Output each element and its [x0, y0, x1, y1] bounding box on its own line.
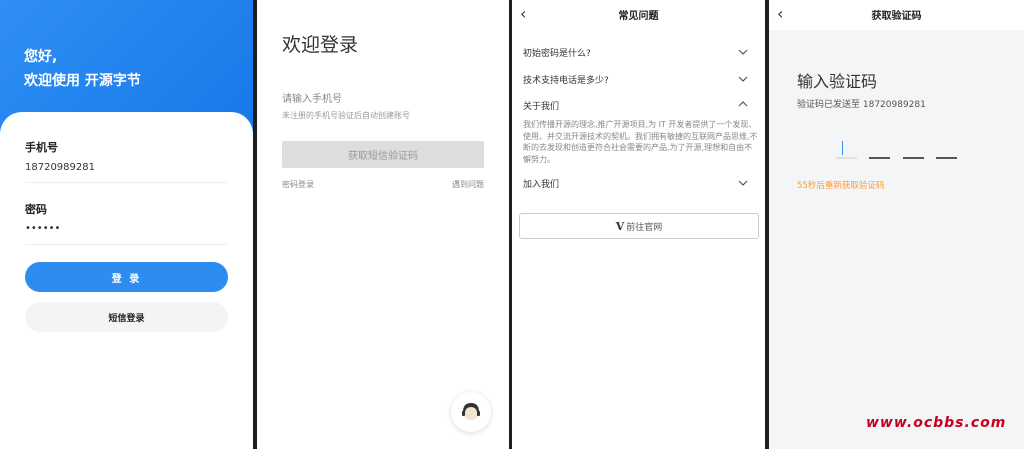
visit-website-button[interactable]: V 前往官网: [519, 213, 759, 239]
chevron-down-icon[interactable]: [738, 47, 748, 57]
sms-login-button[interactable]: 短信登录: [25, 302, 228, 332]
chevron-down-icon[interactable]: [738, 178, 748, 188]
customer-service-button[interactable]: [451, 392, 491, 432]
code-digit-3[interactable]: [903, 157, 924, 159]
resend-countdown[interactable]: 55秒后重新获取验证码: [797, 179, 884, 191]
greeting: 您好, 欢迎使用 开源字节: [24, 45, 141, 93]
code-digit-4[interactable]: [936, 157, 957, 159]
greeting-line1: 您好,: [24, 49, 58, 65]
visit-website-label: 前往官网: [626, 222, 663, 233]
sms-login-screen: 欢迎登录 请输入手机号 未注册的手机号验证后自动创建账号 获取短信验证码 密码登…: [257, 0, 509, 449]
code-sent-text: 验证码已发送至 18720989281: [797, 100, 926, 110]
website-logo-icon: V: [615, 219, 625, 233]
nav-title: 常见问题: [618, 11, 659, 22]
chevron-down-icon[interactable]: [738, 74, 748, 84]
password-input[interactable]: ••••••: [25, 223, 60, 234]
password-divider: [25, 244, 228, 245]
faq-question-2[interactable]: 技术支持电话是多少?: [523, 73, 609, 86]
code-digit-1[interactable]: [836, 157, 857, 159]
watermark: www.ocbbs.com: [866, 415, 1007, 431]
code-digit-2[interactable]: [869, 157, 890, 159]
password-login-link[interactable]: 密码登录: [282, 179, 314, 190]
phone-input[interactable]: 18720989281: [25, 162, 95, 173]
chevron-up-icon[interactable]: [738, 99, 748, 109]
nav-title: 获取验证码: [871, 11, 922, 22]
trouble-link[interactable]: 遇到问题: [452, 179, 484, 190]
page-title: 输入验证码: [797, 72, 878, 91]
faq-question-3[interactable]: 关于我们: [523, 99, 559, 112]
get-sms-code-button[interactable]: 获取短信验证码: [282, 141, 484, 168]
register-hint: 未注册的手机号验证后自动创建账号: [282, 111, 410, 120]
password-label: 密码: [25, 203, 47, 216]
greeting-line2: 欢迎使用 开源字节: [24, 73, 141, 89]
phone-divider: [25, 182, 228, 183]
text-cursor: [842, 141, 843, 155]
faq-question-4[interactable]: 加入我们: [523, 177, 559, 190]
faq-question-1[interactable]: 初始密码是什么?: [523, 46, 591, 59]
page-title: 欢迎登录: [282, 34, 359, 56]
phone-input[interactable]: 请输入手机号: [282, 90, 342, 105]
customer-service-icon: [462, 403, 480, 420]
phone-label: 手机号: [25, 141, 58, 154]
login-button[interactable]: 登 录: [25, 262, 228, 292]
password-login-screen: 您好, 欢迎使用 开源字节 手机号 18720989281 密码 •••••• …: [0, 0, 253, 449]
faq-answer-3: 我们传播开源的理念,推广开源项目,为 IT 开发者提供了一个发现、使用、并交流开…: [523, 120, 758, 164]
verify-code-screen: ‹ 获取验证码 输入验证码 验证码已发送至 18720989281 55秒后重新…: [769, 0, 1024, 449]
faq-screen: ‹ 常见问题 初始密码是什么? 技术支持电话是多少? 关于我们 我们传播开源的理…: [512, 0, 765, 449]
nav-bar: ‹ 获取验证码: [769, 0, 1024, 30]
